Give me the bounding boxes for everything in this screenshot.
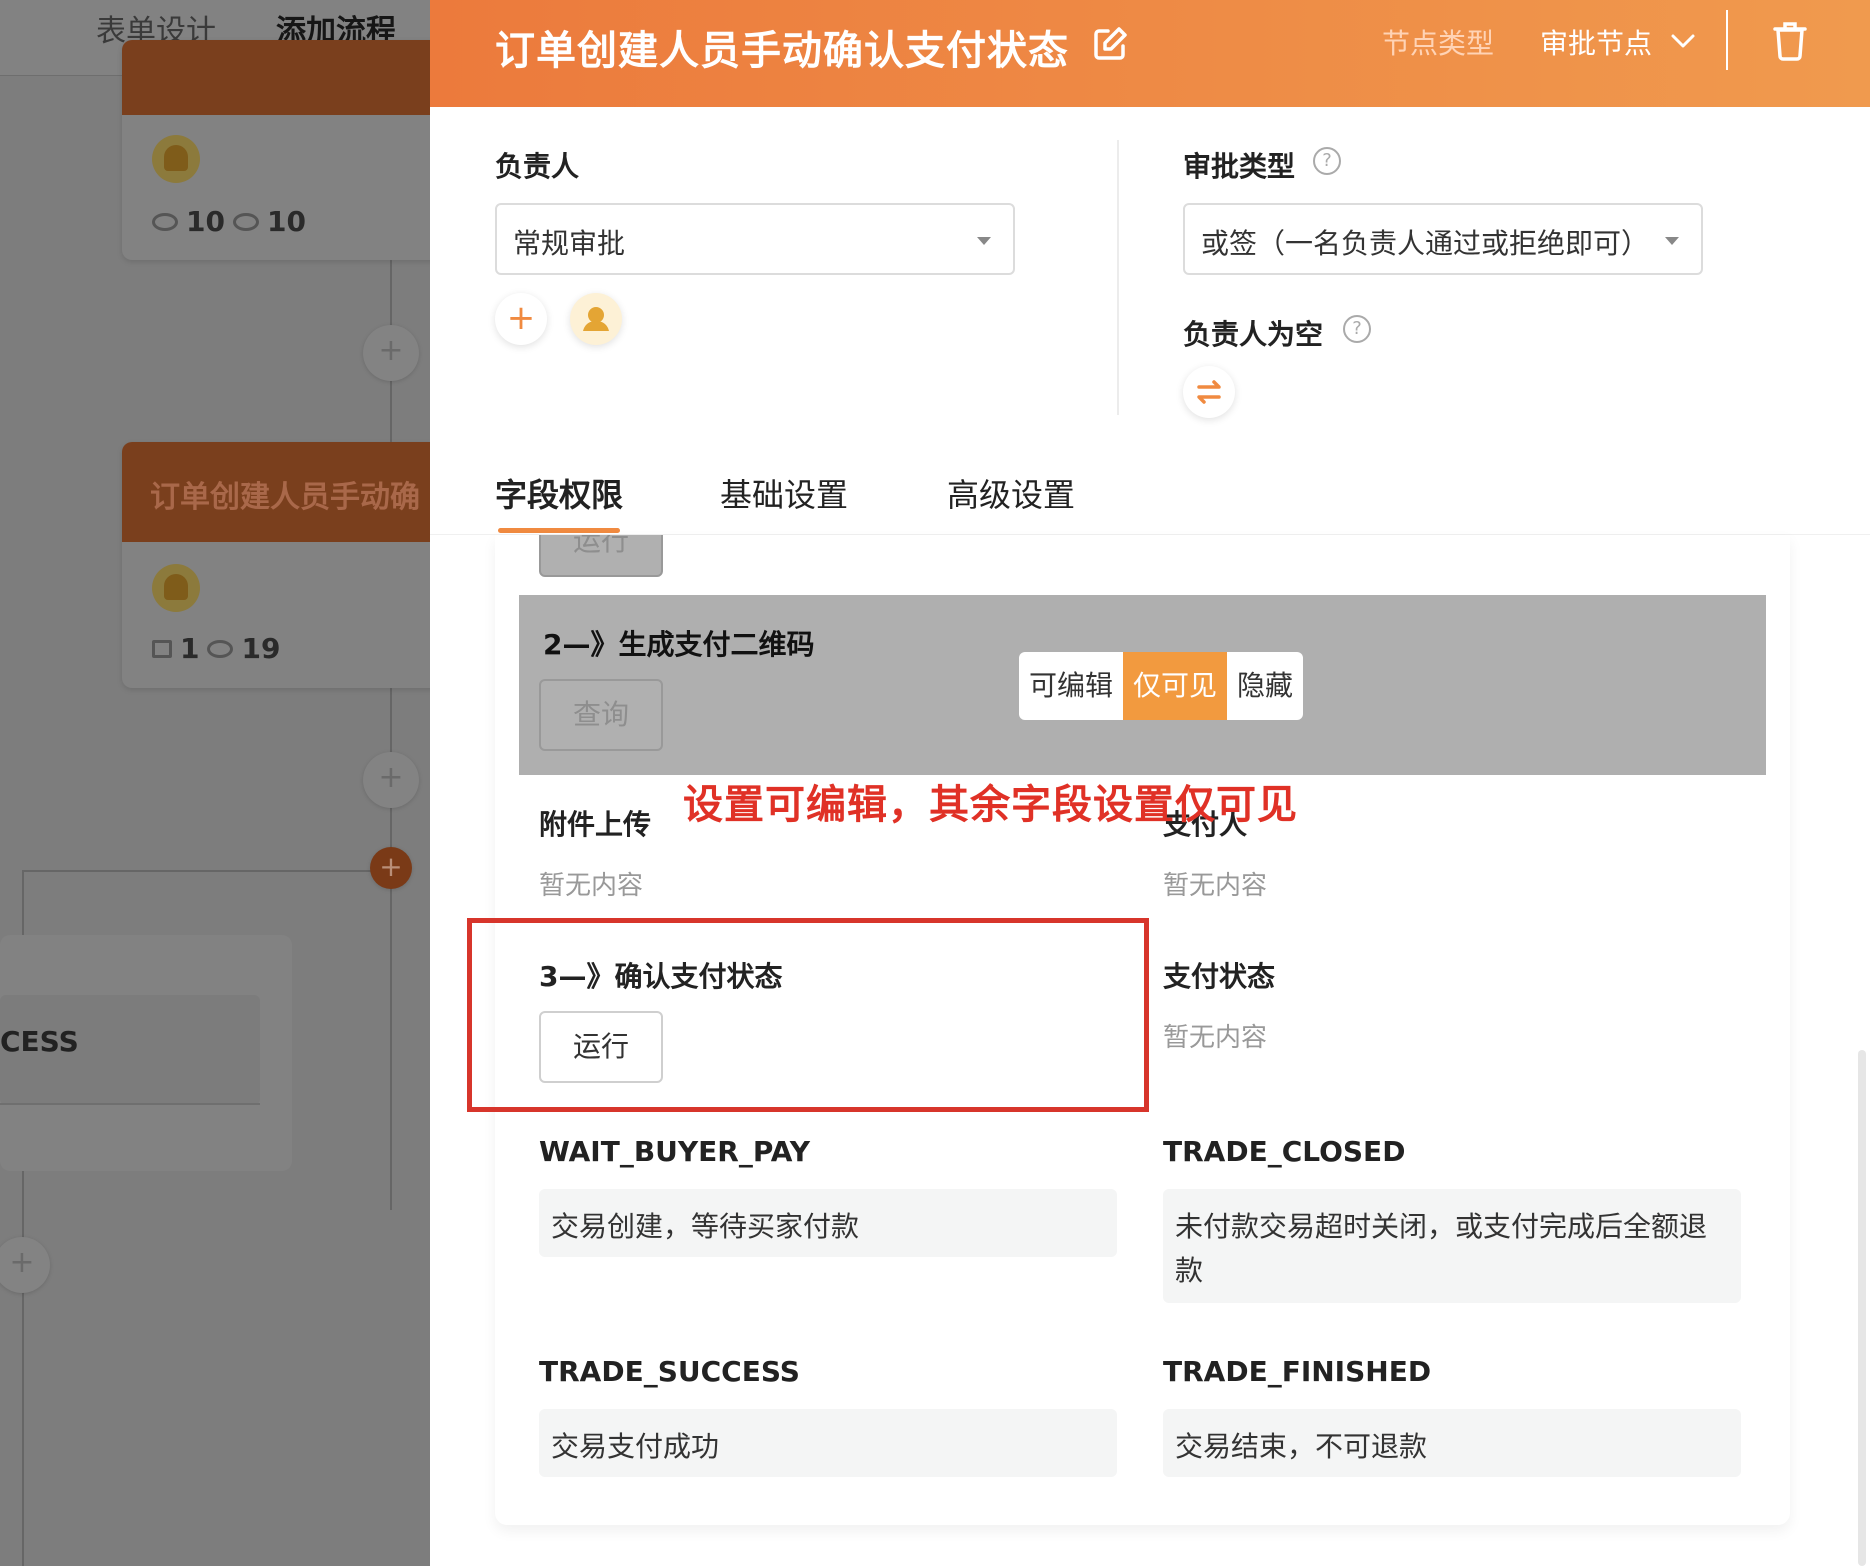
run-button-disabled[interactable]: 运行 (539, 535, 663, 577)
chevron-down-icon[interactable] (1668, 26, 1698, 56)
approval-type-select[interactable]: 或签（一名负责人通过或拒绝即可） (1183, 203, 1703, 275)
owner-select[interactable]: 常规审批 (495, 203, 1015, 275)
flow-branch-line (22, 870, 392, 872)
query-button-disabled[interactable]: 查询 (539, 679, 663, 751)
view-count: 10 (266, 205, 306, 238)
annotation-text: 设置可编辑，其余字段设置仅可见 (683, 782, 1298, 828)
attachment-empty: 暂无内容 (539, 871, 644, 901)
node-type-select[interactable]: 审批节点 (1540, 22, 1652, 62)
add-node-button[interactable]: + (0, 1237, 50, 1293)
tab-basic-settings[interactable]: 基础设置 (720, 470, 848, 516)
panel-header: 订单创建人员手动确认支付状态 节点类型 审批节点 (430, 0, 1870, 107)
permission-hidden[interactable]: 隐藏 (1227, 652, 1303, 720)
status-code: TRADE_SUCCESS (539, 1355, 800, 1388)
permission-editable[interactable]: 可编辑 (1019, 652, 1123, 720)
scrollbar[interactable] (1858, 1050, 1866, 1566)
status-code: TRADE_CLOSED (1163, 1135, 1406, 1168)
flow-node-card-current[interactable]: 订单创建人员手动确 1 19 (122, 442, 430, 688)
node-type-label: 节点类型 (1382, 27, 1495, 60)
eye-icon (207, 639, 234, 658)
settings-tabs: 字段权限 基础设置 高级设置 (430, 450, 1870, 535)
add-owner-button[interactable]: + (495, 293, 547, 345)
hidden-count: 10 (186, 205, 225, 238)
flow-canvas: 表单设计 添加流程 10 10 + 订单创建人员手动确 1 19 + + CES… (0, 0, 430, 1566)
status-code: WAIT_BUYER_PAY (539, 1135, 811, 1168)
node-title: 订单创建人员手动确认支付状态 (495, 28, 1069, 74)
pay-status-label: 支付状态 (1163, 960, 1276, 993)
tab-advanced-settings[interactable]: 高级设置 (947, 470, 1075, 516)
header-divider (1726, 10, 1728, 70)
edit-icon[interactable] (1090, 24, 1130, 64)
status-code: TRADE_FINISHED (1163, 1355, 1432, 1388)
help-icon[interactable]: ? (1343, 315, 1371, 343)
owner-select-value: 常规审批 (513, 227, 626, 260)
status-desc: 交易创建，等待买家付款 (539, 1189, 1117, 1257)
status-desc: 交易结束，不可退款 (1163, 1409, 1741, 1477)
permission-segmented-control: 可编辑 仅可见 隐藏 (1019, 652, 1304, 720)
avatar (152, 564, 200, 612)
form-divider (1117, 140, 1119, 415)
field-row-selected[interactable]: 2—》生成支付二维码 查询 可编辑 仅可见 隐藏 (519, 595, 1766, 775)
status-desc: 未付款交易超时关闭，或支付完成后全额退款 (1163, 1189, 1741, 1303)
tab-field-permissions[interactable]: 字段权限 (495, 470, 623, 516)
trash-icon[interactable] (1770, 18, 1810, 62)
active-tab-underline (498, 528, 620, 533)
pay-status-empty: 暂无内容 (1163, 1023, 1268, 1053)
status-desc: 交易支付成功 (539, 1409, 1117, 1477)
add-node-button[interactable]: + (363, 752, 419, 808)
avatar (152, 135, 200, 183)
eye-icon (232, 212, 259, 231)
permission-visible-only[interactable]: 仅可见 (1123, 652, 1228, 720)
flow-node-title: 订单创建人员手动确 (122, 442, 430, 542)
payer-empty: 暂无内容 (1163, 871, 1268, 901)
flow-node-card[interactable]: 10 10 (122, 40, 430, 260)
field-label: 2—》生成支付二维码 (543, 628, 815, 661)
approval-type-value: 或签（一名负责人通过或拒绝即可） (1201, 227, 1650, 260)
approval-type-label: 审批类型 (1183, 150, 1296, 183)
help-icon[interactable]: ? (1313, 147, 1341, 175)
pencil-icon (152, 639, 172, 658)
owner-empty-label: 负责人为空 (1183, 318, 1324, 351)
branch-label: CESS (0, 1025, 79, 1058)
attachment-label: 附件上传 (539, 808, 652, 841)
view-count: 19 (241, 632, 281, 665)
swap-icon (1197, 380, 1221, 404)
caret-down-icon (977, 237, 991, 245)
owner-label: 负责人 (495, 150, 580, 183)
caret-down-icon (1665, 237, 1679, 245)
owner-avatar[interactable] (570, 293, 622, 345)
owner-empty-toggle[interactable] (1183, 366, 1235, 418)
user-icon (583, 307, 609, 331)
eye-off-icon (152, 212, 178, 231)
add-branch-button[interactable]: + (370, 847, 412, 889)
add-node-button[interactable]: + (363, 325, 419, 381)
edit-count: 1 (180, 632, 200, 665)
annotation-highlight-box (467, 918, 1149, 1112)
flow-branch-card[interactable]: CESS (0, 935, 292, 1171)
